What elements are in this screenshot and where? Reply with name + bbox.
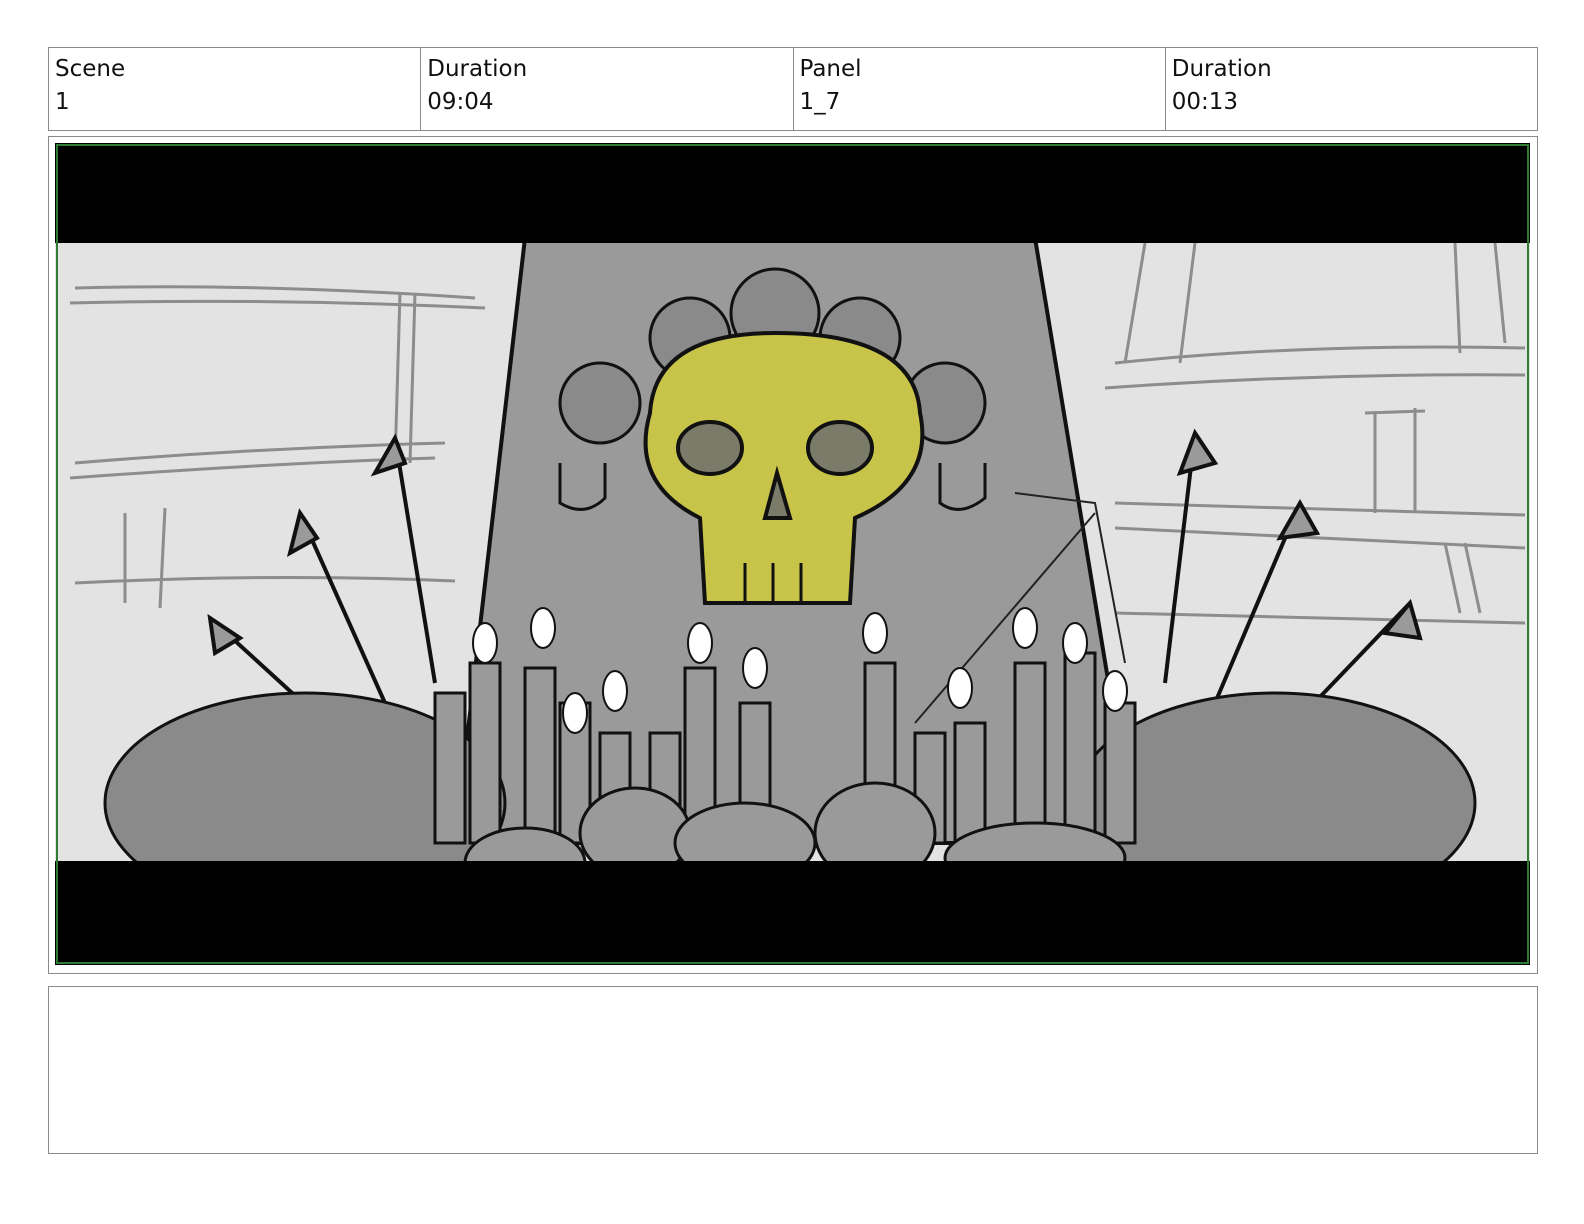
panel-value: 1_7 <box>799 89 841 115</box>
panel-duration-cell: Duration 00:13 <box>1166 48 1537 130</box>
panel-notes-box <box>48 986 1538 1154</box>
scene-duration-label: Duration <box>427 56 528 82</box>
scene-label: Scene <box>55 56 126 82</box>
skull-right-eye <box>806 420 874 476</box>
scene-value: 1 <box>55 89 70 115</box>
skull-left-eye <box>676 420 744 476</box>
scene-duration-cell: Duration 09:04 <box>421 48 794 130</box>
panel-cell: Panel 1_7 <box>794 48 1166 130</box>
letterbox-bottom <box>55 861 1530 965</box>
panel-duration-value: 00:13 <box>1171 89 1239 115</box>
scene-duration-value: 09:04 <box>427 89 494 115</box>
panel-label: Panel <box>799 56 862 82</box>
storyboard-panel-frame <box>48 136 1538 974</box>
letterbox-top <box>55 143 1530 243</box>
panel-info-header: Scene 1 Duration 09:04 Panel 1_7 Duratio… <box>48 47 1538 131</box>
scene-cell: Scene 1 <box>49 48 422 130</box>
panel-duration-label: Duration <box>1171 56 1272 82</box>
panel-drawing <box>55 143 1530 965</box>
